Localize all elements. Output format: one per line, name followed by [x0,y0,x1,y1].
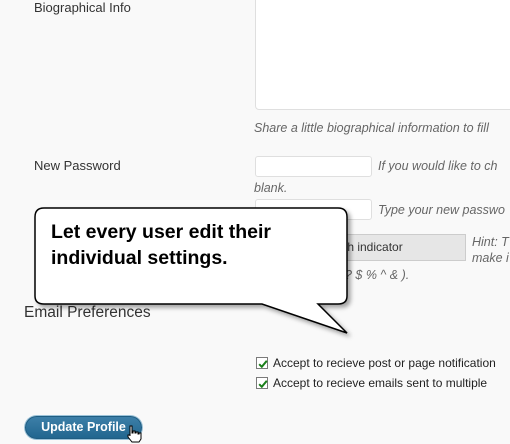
callout-text: Let every user edit their individual set… [51,221,272,269]
